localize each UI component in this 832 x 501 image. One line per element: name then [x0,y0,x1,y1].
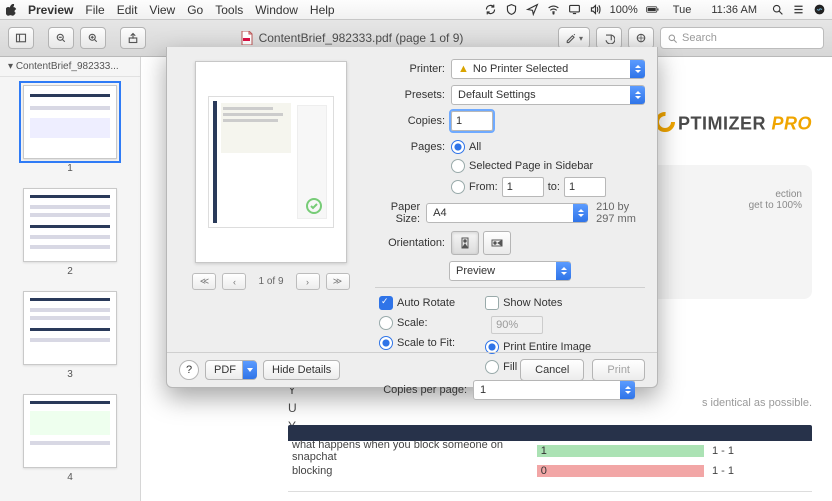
highlight-button[interactable]: ▾ [558,27,590,49]
window-title: ContentBrief_982333.pdf (page 1 of 9) [152,31,552,45]
sidebar-doc-name: ▾ ContentBrief_982333... [0,57,140,77]
show-notes-check[interactable]: Show Notes [485,296,591,310]
pdf-doc-icon [241,31,253,45]
pdf-dropdown-button[interactable]: PDF [205,360,257,380]
print-button[interactable]: Print [592,359,645,381]
cancel-button[interactable]: Cancel [520,359,584,381]
battery-icon[interactable] [646,3,659,16]
label-orientation: Orientation: [375,237,445,249]
preview-next-button[interactable]: › [296,273,320,290]
volume-icon[interactable] [589,3,602,16]
shield-icon[interactable] [505,3,518,16]
score-card: ection get to 100% [642,165,812,299]
hide-details-button[interactable]: Hide Details [263,360,340,380]
warning-icon: ▲ [458,63,469,75]
paper-size-select[interactable]: A4 [426,203,588,223]
preview-prev-button[interactable]: ‹ [222,273,246,290]
table-row: blocking 0 1 - 1 [288,461,812,481]
copies-input[interactable]: 1 [451,111,493,131]
page-num-4: 4 [0,472,140,483]
scale-radio[interactable]: Scale: [379,316,455,330]
app-name[interactable]: Preview [28,3,73,17]
battery-percent: 100% [610,4,638,16]
scale-to-fit-radio[interactable]: Scale to Fit: [379,336,455,350]
menu-file[interactable]: File [85,3,104,17]
screen-icon[interactable] [568,3,581,16]
label-printer: Printer: [375,63,445,75]
scale-pct-field: 90% [485,316,591,334]
page-thumb-3[interactable] [23,291,117,365]
menu-view[interactable]: View [149,3,175,17]
label-copies: Copies: [375,115,445,127]
preview-first-button[interactable]: ≪ [192,273,216,290]
print-preview-pane: ≪ ‹ 1 of 9 › ≫ [181,61,361,290]
page-num-2: 2 [0,266,140,277]
menu-time[interactable]: 11:36 AM [711,4,757,16]
pages-selected-radio[interactable]: Selected Page in Sidebar [451,159,645,173]
print-dialog: ≪ ‹ 1 of 9 › ≫ Printer: ▲ No Printer Sel… [166,47,658,388]
search-placeholder: Search [682,32,717,44]
siri-icon[interactable] [813,3,826,16]
sidebar-toggle-button[interactable] [8,27,34,49]
preview-last-button[interactable]: ≫ [326,273,350,290]
rotate-button[interactable] [596,27,622,49]
menu-tools[interactable]: Tools [215,3,243,17]
label-paper-size: Paper Size: [375,201,420,225]
menu-bar: Preview File Edit View Go Tools Window H… [0,0,832,20]
share-button[interactable] [120,27,146,49]
printer-select[interactable]: ▲ No Printer Selected [451,59,645,79]
page-thumb-2[interactable] [23,188,117,262]
search-icon [667,33,678,44]
orientation-landscape-button[interactable] [483,231,511,255]
preview-counter: 1 of 9 [258,276,283,287]
menu-day[interactable]: Tue [673,4,692,16]
print-preview-page [195,61,347,263]
body-line-tail: s identical as possible. [702,397,812,409]
orientation-portrait-button[interactable] [451,231,479,255]
page-num-1: 1 [0,163,140,174]
pages-range-radio[interactable]: From: 1 to: 1 [451,177,645,197]
table-row: what happens when you block someone on s… [288,441,812,461]
notification-center-icon[interactable] [792,3,805,16]
menu-help[interactable]: Help [310,3,335,17]
page-thumb-1[interactable] [23,85,117,159]
pages-all-radio[interactable]: All [451,140,481,154]
page-num-3: 3 [0,369,140,380]
wifi-icon[interactable] [547,3,560,16]
dialog-footer: ? PDF Hide Details Cancel Print [167,352,657,387]
markup-button[interactable] [628,27,654,49]
location-icon[interactable] [526,3,539,16]
status-icons: 100% Tue 11:36 AM [484,3,826,16]
pages-from-input[interactable]: 1 [502,177,544,197]
thumbnail-sidebar: ▾ ContentBrief_982333... 1 2 [0,57,141,501]
section-select[interactable]: Preview [449,261,571,281]
zoom-out-button[interactable] [48,27,74,49]
apple-menu-icon[interactable] [6,4,18,16]
label-pages: Pages: [375,141,445,153]
menu-go[interactable]: Go [187,3,203,17]
presets-select[interactable]: Default Settings [451,85,645,105]
spotlight-icon[interactable] [771,3,784,16]
pages-to-input[interactable]: 1 [564,177,606,197]
keyword-table: what happens when you block someone on s… [288,425,812,492]
search-field[interactable]: Search [660,27,824,49]
menu-edit[interactable]: Edit [117,3,138,17]
brand-logo: PTIMIZER PRO [654,111,812,138]
zoom-in-button[interactable] [80,27,106,49]
auto-rotate-check[interactable]: Auto Rotate [379,296,455,310]
menu-window[interactable]: Window [255,3,298,17]
label-presets: Presets: [375,89,445,101]
paper-dims: 210 by 297 mm [596,201,645,225]
help-button[interactable]: ? [179,360,199,380]
page-thumb-4[interactable] [23,394,117,468]
sync-icon[interactable] [484,3,497,16]
